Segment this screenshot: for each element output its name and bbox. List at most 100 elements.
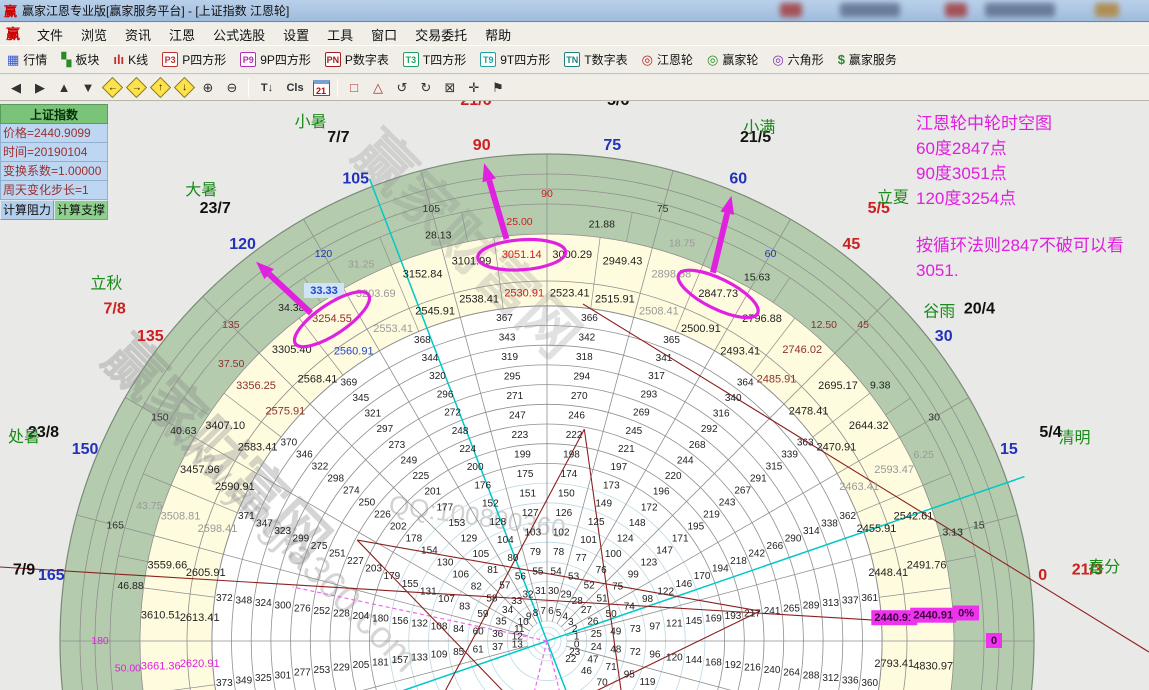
svg-text:123: 123	[641, 557, 658, 568]
square-tool-icon[interactable]: □	[342, 77, 366, 99]
nav-down-icon[interactable]: ▼	[76, 77, 100, 99]
zoom-in-icon[interactable]: ⊕	[196, 77, 220, 99]
svg-text:70: 70	[597, 678, 609, 689]
svg-text:148: 148	[629, 518, 646, 529]
toolbar-button-六角形[interactable]: ◎六角形	[765, 49, 830, 70]
svg-text:4830.97: 4830.97	[913, 660, 953, 672]
svg-text:108: 108	[431, 621, 448, 632]
svg-text:266: 266	[767, 541, 784, 552]
pan-right-icon[interactable]: →	[124, 77, 148, 99]
pin-icon[interactable]: ⚑	[486, 77, 510, 99]
toolbar-button-P四方形[interactable]: P3P四方形	[155, 49, 233, 70]
svg-text:21/6: 21/6	[460, 101, 491, 109]
svg-text:15: 15	[973, 519, 985, 531]
toolbar-button-赢家轮[interactable]: ◎赢家轮	[700, 49, 765, 70]
menu-item-1[interactable]: 浏览	[72, 23, 116, 46]
svg-text:3051.14: 3051.14	[502, 249, 542, 261]
toolbar-button-P数字表[interactable]: PNP数字表	[318, 49, 396, 70]
svg-text:192: 192	[725, 660, 742, 671]
pan-down-icon[interactable]: ↓	[172, 77, 196, 99]
svg-text:2949.43: 2949.43	[603, 255, 643, 267]
svg-text:97: 97	[649, 621, 661, 632]
svg-text:7: 7	[540, 606, 546, 617]
svg-text:106: 106	[452, 569, 469, 580]
triangle-tool-icon[interactable]: △	[366, 77, 390, 99]
pan-left-icon[interactable]: ←	[100, 77, 124, 99]
annotation-line-1: 60度2847点	[916, 136, 1148, 161]
menu-item-0[interactable]: 文件	[28, 23, 72, 46]
toolbar-button-T数字表[interactable]: TNT数字表	[557, 49, 634, 70]
svg-text:74: 74	[624, 601, 636, 612]
gann-wheel-icon: ◎	[642, 52, 653, 67]
cls-icon[interactable]: Cls	[281, 77, 309, 99]
menu-item-5[interactable]: 设置	[274, 23, 318, 46]
button-计算阻力[interactable]: 计算阻力	[0, 200, 54, 220]
9p-square-icon: P9	[240, 52, 256, 67]
svg-text:13: 13	[512, 639, 524, 650]
svg-text:43.75: 43.75	[136, 500, 162, 512]
svg-text:3152.84: 3152.84	[403, 269, 443, 281]
svg-text:15.63: 15.63	[744, 271, 770, 283]
kline-icon: ılı	[113, 52, 124, 67]
toolbar-button-江恩轮[interactable]: ◎江恩轮	[635, 49, 700, 70]
nav-right-icon[interactable]: ▶	[28, 77, 52, 99]
toolbar-button-9P四方形[interactable]: P99P四方形	[233, 49, 318, 70]
svg-text:366: 366	[581, 313, 598, 324]
fit-view-icon[interactable]: ✛	[462, 77, 486, 99]
svg-text:2583.41: 2583.41	[238, 442, 278, 454]
svg-text:152: 152	[482, 499, 499, 510]
svg-text:21.88: 21.88	[589, 219, 615, 231]
toolbar-button-板块[interactable]: ▚板块	[54, 49, 106, 70]
rotate-ccw-icon[interactable]: ↺	[390, 77, 414, 99]
menu-item-4[interactable]: 公式选股	[204, 23, 274, 46]
menu-item-9[interactable]: 帮助	[476, 23, 520, 46]
background-window-artifact	[985, 3, 1055, 17]
svg-text:2478.41: 2478.41	[789, 406, 829, 418]
svg-text:225: 225	[412, 471, 429, 482]
svg-text:2560.91: 2560.91	[334, 346, 374, 358]
svg-text:60: 60	[765, 248, 777, 260]
svg-text:217: 217	[744, 608, 761, 619]
t-arrows-icon[interactable]: T↓	[253, 77, 281, 99]
svg-text:109: 109	[431, 650, 448, 661]
svg-text:3457.96: 3457.96	[180, 464, 220, 476]
calendar-icon[interactable]: 21	[309, 77, 333, 99]
svg-text:315: 315	[766, 461, 783, 472]
svg-text:314: 314	[803, 526, 820, 537]
annotation-line-2: 90度3051点	[916, 161, 1148, 186]
toolbar-button-T四方形[interactable]: T3T四方形	[396, 49, 473, 70]
menu-item-8[interactable]: 交易委托	[406, 23, 476, 46]
svg-text:80: 80	[507, 553, 519, 564]
zoom-out-icon[interactable]: ⊖	[220, 77, 244, 99]
toolbar-button-赢家服务[interactable]: $赢家服务	[831, 49, 904, 70]
menu-item-2[interactable]: 资讯	[116, 23, 160, 46]
nav-left-icon[interactable]: ◀	[4, 77, 28, 99]
svg-text:2500.91: 2500.91	[681, 323, 721, 335]
svg-text:135: 135	[137, 328, 164, 345]
annotation-line-5: 3051.	[916, 258, 1148, 283]
svg-text:85: 85	[453, 647, 465, 658]
pan-up-icon[interactable]: ↑	[148, 77, 172, 99]
svg-text:320: 320	[429, 371, 446, 382]
svg-text:367: 367	[496, 313, 513, 324]
toolbar-button-label: P数字表	[345, 51, 389, 68]
menu-item-7[interactable]: 窗口	[362, 23, 406, 46]
svg-text:3559.66: 3559.66	[148, 560, 188, 572]
svg-text:35: 35	[496, 617, 508, 628]
menu-item-6[interactable]: 工具	[318, 23, 362, 46]
svg-text:298: 298	[327, 473, 344, 484]
toolbar-button-K线[interactable]: ılıK线	[106, 49, 155, 70]
svg-text:33.33: 33.33	[310, 285, 338, 297]
svg-text:319: 319	[501, 352, 518, 363]
nav-up-icon[interactable]: ▲	[52, 77, 76, 99]
svg-text:120: 120	[229, 236, 256, 253]
select-box-icon[interactable]: ⊠	[438, 77, 462, 99]
rotate-cw-icon[interactable]: ↻	[414, 77, 438, 99]
menu-item-3[interactable]: 江恩	[160, 23, 204, 46]
toolbar-button-行情[interactable]: ▦行情	[0, 49, 54, 70]
svg-text:317: 317	[648, 371, 665, 382]
svg-text:20/4: 20/4	[964, 301, 995, 318]
button-计算支撑[interactable]: 计算支撑	[54, 200, 108, 220]
toolbar-button-9T四方形[interactable]: T99T四方形	[473, 49, 557, 70]
svg-text:3254.55: 3254.55	[312, 313, 352, 325]
